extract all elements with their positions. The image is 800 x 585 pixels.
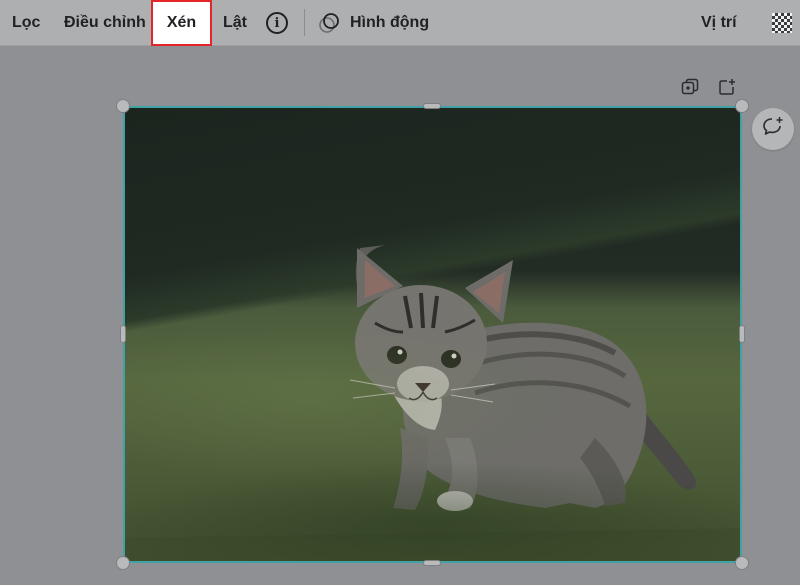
animate-button[interactable]: Hình động xyxy=(318,0,429,46)
resize-handle-top[interactable] xyxy=(423,103,441,109)
crop-button[interactable]: Xén xyxy=(151,0,212,46)
add-page-icon[interactable] xyxy=(716,76,738,98)
resize-handle-right[interactable] xyxy=(739,325,745,343)
checkerboard-icon xyxy=(772,13,792,33)
animate-label: Hình động xyxy=(350,14,430,31)
animate-icon xyxy=(318,12,340,34)
adjust-button[interactable]: Điều chỉnh xyxy=(64,0,146,46)
position-button[interactable]: Vị trí xyxy=(701,0,737,46)
resize-handle-top-right[interactable] xyxy=(735,99,749,113)
resize-handle-bottom[interactable] xyxy=(423,560,441,566)
transparency-button[interactable] xyxy=(771,0,793,46)
resize-handle-bottom-left[interactable] xyxy=(116,556,130,570)
flip-button[interactable]: Lật xyxy=(223,0,247,46)
resize-handle-bottom-right[interactable] xyxy=(735,556,749,570)
add-comment-button[interactable] xyxy=(752,108,794,150)
filter-button[interactable]: Lọc xyxy=(12,0,40,46)
info-button[interactable]: i xyxy=(265,0,289,46)
duplicate-page-icon[interactable] xyxy=(679,76,701,98)
resize-handle-top-left[interactable] xyxy=(116,99,130,113)
info-icon: i xyxy=(266,12,288,34)
kitten-photo xyxy=(125,108,740,561)
resize-handle-left[interactable] xyxy=(120,325,126,343)
add-comment-icon xyxy=(761,115,785,144)
toolbar-divider xyxy=(304,9,305,36)
editor-toolbar: Lọc Điều chỉnh Xén Lật i Hình động Vị tr… xyxy=(0,0,800,46)
selected-image[interactable] xyxy=(123,106,742,563)
